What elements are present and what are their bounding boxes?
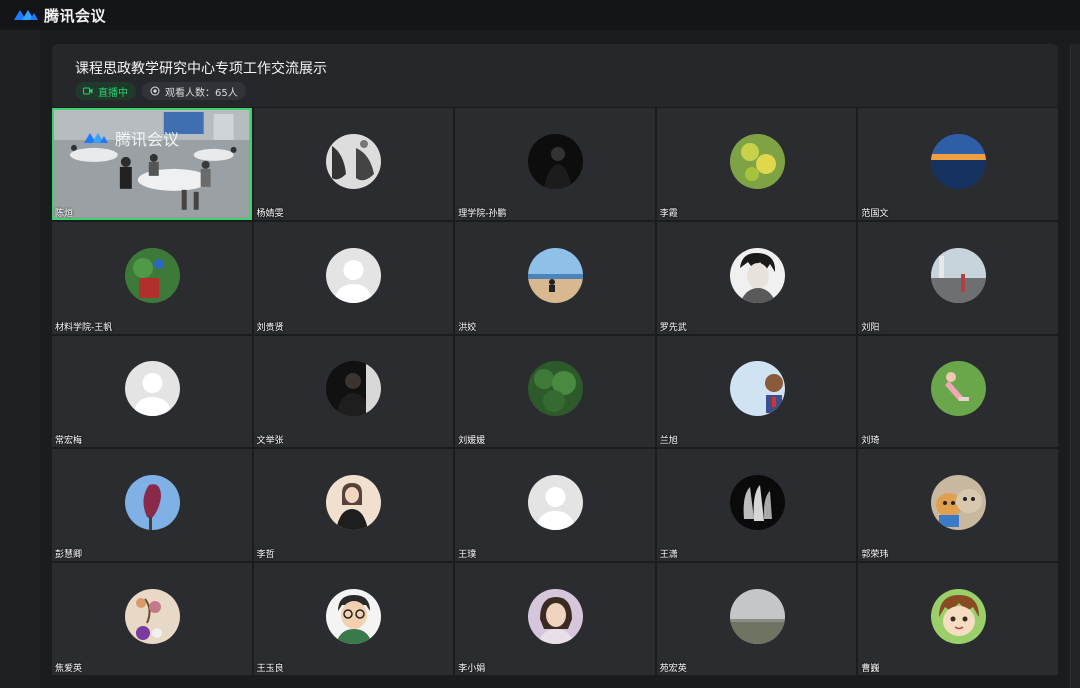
avatar bbox=[729, 589, 785, 645]
participant-tile[interactable]: 刘贵贤 bbox=[253, 221, 454, 334]
participant-name: 材料学院-王帆 bbox=[55, 322, 113, 333]
avatar bbox=[527, 589, 583, 645]
participant-tile[interactable]: 郭荣玮 bbox=[858, 449, 1058, 562]
participant-name: 刘媛媛 bbox=[458, 436, 486, 447]
participant-tile[interactable]: 李哲 bbox=[253, 449, 454, 562]
participant-name: 杨婧雯 bbox=[256, 208, 284, 219]
participant-tile[interactable]: 材料学院-王帆 bbox=[52, 221, 252, 334]
participant-name: 刘阳 bbox=[861, 322, 880, 333]
avatar bbox=[931, 361, 987, 417]
participant-tile[interactable]: 杨婧雯 bbox=[253, 108, 454, 220]
participant-name: 郭荣玮 bbox=[861, 550, 889, 561]
participant-name: 彭慧卿 bbox=[55, 550, 83, 561]
participant-name: 王潇 bbox=[659, 550, 678, 561]
avatar bbox=[124, 247, 180, 303]
watermark-text: 腾讯会议 bbox=[115, 130, 180, 149]
avatar bbox=[527, 247, 583, 303]
participant-tile[interactable]: 兰旭 bbox=[656, 335, 857, 448]
participant-tile[interactable]: 李小娟 bbox=[455, 563, 655, 675]
participant-name: 兰旭 bbox=[659, 436, 678, 447]
participant-name: 苑宏英 bbox=[659, 664, 687, 674]
participant-name: 李小娟 bbox=[458, 664, 486, 674]
participant-name: 李哲 bbox=[256, 550, 275, 561]
avatar bbox=[527, 133, 583, 189]
eye-icon bbox=[150, 86, 160, 96]
participant-tile[interactable]: 王潇 bbox=[656, 449, 857, 562]
default-avatar-icon bbox=[124, 361, 180, 417]
default-avatar-icon bbox=[326, 247, 382, 303]
avatar bbox=[931, 133, 987, 189]
participant-grid: 腾讯会议 陈烜 杨婧雯 理学院-孙鹏 李霞 范国文 材料学院-王帆 刘贵贤 洪姣… bbox=[52, 108, 1058, 675]
participant-tile[interactable]: 李霞 bbox=[656, 108, 857, 220]
app-title: 腾讯会议 bbox=[44, 6, 107, 25]
meeting-header: 课程思政教学研究中心专项工作交流展示 直播中 观看人数：65人 bbox=[52, 44, 1058, 107]
title-bar: 腾讯会议 bbox=[0, 0, 1080, 30]
participant-name: 罗先武 bbox=[659, 322, 687, 333]
default-avatar-icon bbox=[527, 475, 583, 531]
participant-name: 范国文 bbox=[861, 208, 889, 219]
right-panel-edge bbox=[1070, 44, 1080, 688]
viewers-label: 观看人数：65人 bbox=[165, 87, 238, 99]
app-logo: 腾讯会议 bbox=[12, 5, 106, 26]
avatar bbox=[527, 361, 583, 417]
avatar bbox=[729, 361, 785, 417]
avatar bbox=[124, 475, 180, 531]
live-label: 直播中 bbox=[98, 87, 128, 99]
participant-tile[interactable]: 范国文 bbox=[858, 108, 1058, 220]
avatar bbox=[326, 133, 382, 189]
watermark-logo-icon bbox=[84, 133, 108, 143]
participant-tile[interactable]: 刘琦 bbox=[858, 335, 1058, 448]
avatar bbox=[729, 475, 785, 531]
avatar bbox=[124, 589, 180, 645]
participant-tile[interactable]: 文举张 bbox=[253, 335, 454, 448]
participant-tile[interactable]: 刘媛媛 bbox=[455, 335, 655, 448]
participant-tile[interactable]: 王玉良 bbox=[253, 563, 454, 675]
participant-name: 王玉良 bbox=[256, 664, 284, 674]
avatar bbox=[931, 475, 987, 531]
participant-tile[interactable]: 苑宏英 bbox=[656, 563, 857, 675]
meeting-title: 课程思政教学研究中心专项工作交流展示 bbox=[75, 61, 327, 77]
live-badge: 直播中 bbox=[75, 82, 136, 100]
participant-tile[interactable]: 罗先武 bbox=[656, 221, 857, 334]
participant-name: 刘琦 bbox=[861, 436, 880, 447]
avatar bbox=[729, 247, 785, 303]
participant-tile[interactable]: 理学院-孙鹏 bbox=[455, 108, 655, 220]
participant-name: 理学院-孙鹏 bbox=[458, 208, 507, 219]
avatar bbox=[326, 475, 382, 531]
viewers-badge: 观看人数：65人 bbox=[142, 82, 246, 100]
participant-name: 洪姣 bbox=[458, 322, 477, 333]
participant-name: 刘贵贤 bbox=[256, 322, 284, 333]
watermark: 腾讯会议 bbox=[80, 126, 179, 150]
avatar bbox=[326, 361, 382, 417]
video-camera-icon bbox=[83, 87, 93, 95]
participant-name: 王璞 bbox=[458, 550, 477, 561]
participant-tile[interactable]: 彭慧卿 bbox=[52, 449, 252, 562]
participant-name: 文举张 bbox=[256, 436, 284, 447]
participant-tile[interactable]: 常宏梅 bbox=[52, 335, 252, 448]
tencent-meeting-logo-icon bbox=[14, 10, 38, 20]
avatar bbox=[326, 589, 382, 645]
avatar bbox=[931, 589, 987, 645]
left-panel bbox=[0, 30, 40, 688]
participant-tile[interactable]: 曹巍 bbox=[858, 563, 1058, 675]
avatar bbox=[931, 247, 987, 303]
participant-tile[interactable]: 洪姣 bbox=[455, 221, 655, 334]
participant-tile[interactable]: 王璞 bbox=[455, 449, 655, 562]
participant-tile[interactable]: 刘阳 bbox=[858, 221, 1058, 334]
participant-name: 常宏梅 bbox=[55, 436, 83, 447]
participant-tile[interactable]: 焦爱英 bbox=[52, 563, 252, 675]
participant-name: 曹巍 bbox=[861, 664, 880, 674]
participant-name: 李霞 bbox=[659, 208, 678, 219]
participant-tile-video[interactable]: 腾讯会议 陈烜 bbox=[52, 108, 252, 220]
participant-name: 陈烜 bbox=[55, 208, 74, 219]
participant-name: 焦爱英 bbox=[55, 664, 83, 674]
avatar bbox=[729, 133, 785, 189]
